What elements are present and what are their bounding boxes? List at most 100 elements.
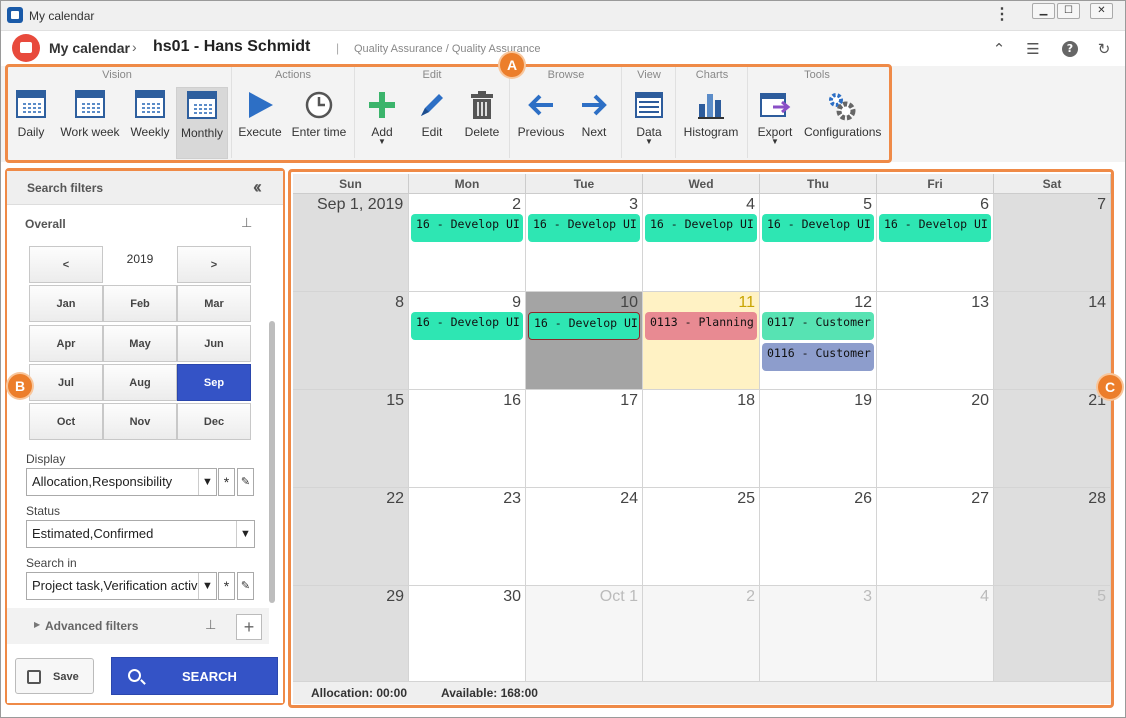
calendar-event[interactable]: 0117 - Customer presentation [762,312,874,340]
calendar-day-cell[interactable]: 10 16 - Develop UI [526,292,643,390]
search-button[interactable]: SEARCH [111,657,278,695]
calendar-day-cell[interactable]: 9 16 - Develop UI [409,292,526,390]
status-select[interactable]: Estimated,Confirmed ▼ [26,520,255,548]
calendar-event[interactable]: 16 - Develop UI [528,312,640,340]
calendar-day-cell[interactable]: 13 [877,292,994,390]
kebab-menu-icon[interactable]: ⋮ [994,7,1010,26]
advanced-filters-row[interactable]: ▶ Advanced filters ⊥ + [7,608,269,644]
help-icon[interactable]: ? [1062,41,1078,57]
month-button[interactable]: Jan [29,285,103,322]
day-number: Sep 1, 2019 [317,196,404,213]
day-number: 30 [503,588,521,605]
overall-label: Overall [25,217,66,231]
calendar-day-cell[interactable]: 22 [293,488,409,586]
month-button[interactable]: Jun [177,325,251,362]
calendar-day-cell[interactable]: 120117 - Customer presentation 0116 - Cus… [760,292,877,390]
clear-filter-icon[interactable]: ⊥ [241,215,255,231]
month-button[interactable]: Feb [103,285,177,322]
calendar-day-cell[interactable]: 6 16 - Develop UI [877,194,994,292]
search-in-all-button[interactable]: * [218,572,235,600]
calendar-day-cell[interactable]: 16 [409,390,526,488]
month-button[interactable]: Oct [29,403,103,440]
day-number: 19 [854,392,872,409]
close-button[interactable]: ✕ [1090,3,1113,19]
calendar-day-cell[interactable]: 28 [994,488,1111,586]
calendar-event[interactable]: 16 - Develop UI [528,214,640,242]
breadcrumb-app[interactable]: My calendar [49,40,130,56]
calendar-day-cell[interactable]: 19 [760,390,877,488]
collapse-left-icon[interactable]: ‹‹ [253,177,262,198]
month-button[interactable]: Dec [177,403,251,440]
display-clear-icon[interactable]: ✎ [237,468,254,496]
month-calendar: Sun Mon Tue Wed Thu Fri Sat Sep 1, 2019 2 16 - De… [293,174,1111,704]
calendar-day-cell[interactable]: 110113 - Planning meeting [643,292,760,390]
display-all-button[interactable]: * [218,468,235,496]
breadcrumb-chevron-icon: › [132,39,137,55]
calendar-day-cell[interactable]: 15 [293,390,409,488]
prev-year-button[interactable]: < [29,246,103,283]
calendar-event[interactable]: 16 - Develop UI [411,214,523,242]
next-year-button[interactable]: > [177,246,251,283]
calendar-day-cell[interactable]: 20 [877,390,994,488]
calendar-event[interactable]: 16 - Develop UI [645,214,757,242]
calendar-event[interactable]: 16 - Develop UI [411,312,523,340]
available-text: Available: 168:00 [441,686,538,700]
save-button[interactable]: Save [15,658,94,694]
calendar-day-cell[interactable]: 3 [760,586,877,682]
display-select[interactable]: Allocation,Responsibility ▼ [26,468,217,496]
calendar-day-cell[interactable]: 30 [409,586,526,682]
advanced-filters-label: Advanced filters [45,619,139,633]
scrollbar[interactable] [269,321,275,603]
calendar-day-cell[interactable]: Sep 1, 2019 [293,194,409,292]
refresh-icon[interactable]: ↻ [1094,39,1114,59]
calendar-day-cell[interactable]: 4 [877,586,994,682]
collapse-up-icon[interactable]: ⌃ [989,39,1009,59]
calendar-day-cell[interactable]: 27 [877,488,994,586]
day-number: 20 [971,392,989,409]
calendar-event[interactable]: 16 - Develop UI [879,214,991,242]
calendar-event[interactable]: 0116 - Customer meeting [762,343,874,371]
calendar-day-cell[interactable]: 26 [760,488,877,586]
chevron-down-icon: ▼ [198,469,216,495]
chevron-down-icon: ▼ [198,573,216,599]
calendar-day-cell[interactable]: 2 [643,586,760,682]
minimize-button[interactable]: ▁ [1032,3,1055,19]
month-button[interactable]: Mar [177,285,251,322]
search-in-select[interactable]: Project task,Verification activity ▼ [26,572,217,600]
calendar-day-cell[interactable]: Oct 1 [526,586,643,682]
calendar-day-cell[interactable]: 5 16 - Develop UI [760,194,877,292]
calendar-day-cell[interactable]: 3 16 - Develop UI [526,194,643,292]
calendar-day-cell[interactable]: 25 [643,488,760,586]
month-button[interactable]: May [103,325,177,362]
calendar-event[interactable]: 0113 - Planning meeting [645,312,757,340]
calendar-day-cell[interactable]: 21 [994,390,1111,488]
calendar-day-cell[interactable]: 29 [293,586,409,682]
maximize-button[interactable]: ☐ [1057,3,1080,19]
calendar-day-cell[interactable]: 8 [293,292,409,390]
day-number: 22 [386,490,404,507]
calendar-day-cell[interactable]: 18 [643,390,760,488]
calendar-day-cell[interactable]: 14 [994,292,1111,390]
month-button[interactable]: Aug [103,364,177,401]
add-filter-button[interactable]: + [236,614,262,640]
month-button[interactable]: Apr [29,325,103,362]
month-button[interactable]: Jul [29,364,103,401]
day-header: Tue [526,174,643,194]
search-in-value: Project task,Verification activity [32,578,211,593]
calendar-event[interactable]: 16 - Develop UI [762,214,874,242]
clear-filter-icon[interactable]: ⊥ [205,617,216,633]
day-number: 23 [503,490,521,507]
calendar-day-cell[interactable]: 7 [994,194,1111,292]
expand-arrow-icon: ▶ [34,620,41,629]
day-header: Wed [643,174,760,194]
month-button[interactable]: Nov [103,403,177,440]
search-in-clear-icon[interactable]: ✎ [237,572,254,600]
calendar-day-cell[interactable]: 5 [994,586,1111,682]
list-icon[interactable]: ☰ [1023,39,1043,59]
calendar-day-cell[interactable]: 2 16 - Develop UI [409,194,526,292]
calendar-day-cell[interactable]: 24 [526,488,643,586]
calendar-day-cell[interactable]: 4 16 - Develop UI [643,194,760,292]
calendar-day-cell[interactable]: 17 [526,390,643,488]
calendar-day-cell[interactable]: 23 [409,488,526,586]
month-button-selected[interactable]: Sep [177,364,251,401]
